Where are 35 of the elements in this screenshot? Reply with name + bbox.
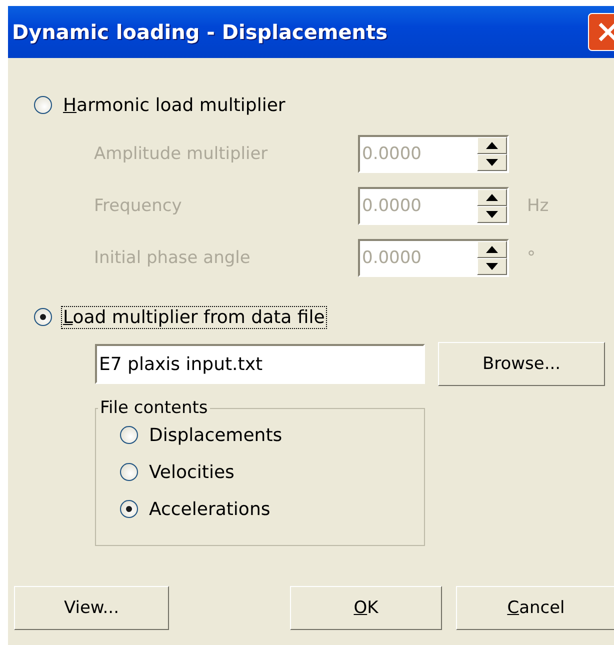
- close-icon: [597, 21, 614, 43]
- dialog-button[interactable]: OK: [290, 586, 442, 630]
- radio-label: Velocities: [148, 462, 236, 482]
- radio-button[interactable]: [120, 426, 138, 444]
- field-label: Frequency: [94, 196, 183, 216]
- radio-button[interactable]: [120, 463, 138, 481]
- dialog-button[interactable]: Cancel: [456, 586, 614, 630]
- spin-up-button[interactable]: [477, 241, 507, 258]
- file-path-field[interactable]: E7 plaxis input.txt: [95, 344, 425, 384]
- down-arrow-icon: [486, 159, 498, 166]
- browse-button[interactable]: Browse...: [438, 342, 605, 386]
- window-title: Dynamic loading - Displacements: [12, 20, 388, 44]
- field-label: Amplitude multiplier: [94, 144, 269, 164]
- spin-down-button[interactable]: [477, 206, 507, 223]
- radio-label: Load multiplier from data file: [62, 306, 326, 328]
- up-arrow-icon: [486, 246, 498, 253]
- field-label: Initial phase angle: [94, 248, 252, 268]
- up-arrow-icon: [486, 142, 498, 149]
- radio-label: Displacements: [148, 424, 284, 446]
- spin-up-button[interactable]: [477, 189, 507, 206]
- spin-down-button[interactable]: [477, 154, 507, 171]
- unit-label: Hz: [527, 196, 549, 216]
- unit-label: °: [527, 248, 536, 268]
- down-arrow-icon: [486, 211, 498, 218]
- group-title: File contents: [99, 398, 209, 418]
- down-arrow-icon: [486, 263, 498, 270]
- spin-down-button[interactable]: [477, 258, 507, 275]
- radio-label: Harmonic load multiplier: [62, 94, 286, 116]
- radio-button[interactable]: [120, 500, 138, 518]
- spin-up-button[interactable]: [477, 137, 507, 154]
- radio-button[interactable]: [34, 96, 52, 114]
- dialog-button[interactable]: View...: [14, 586, 169, 630]
- up-arrow-icon: [486, 194, 498, 201]
- radio-label: Accelerations: [148, 498, 272, 520]
- radio-button[interactable]: [34, 308, 52, 326]
